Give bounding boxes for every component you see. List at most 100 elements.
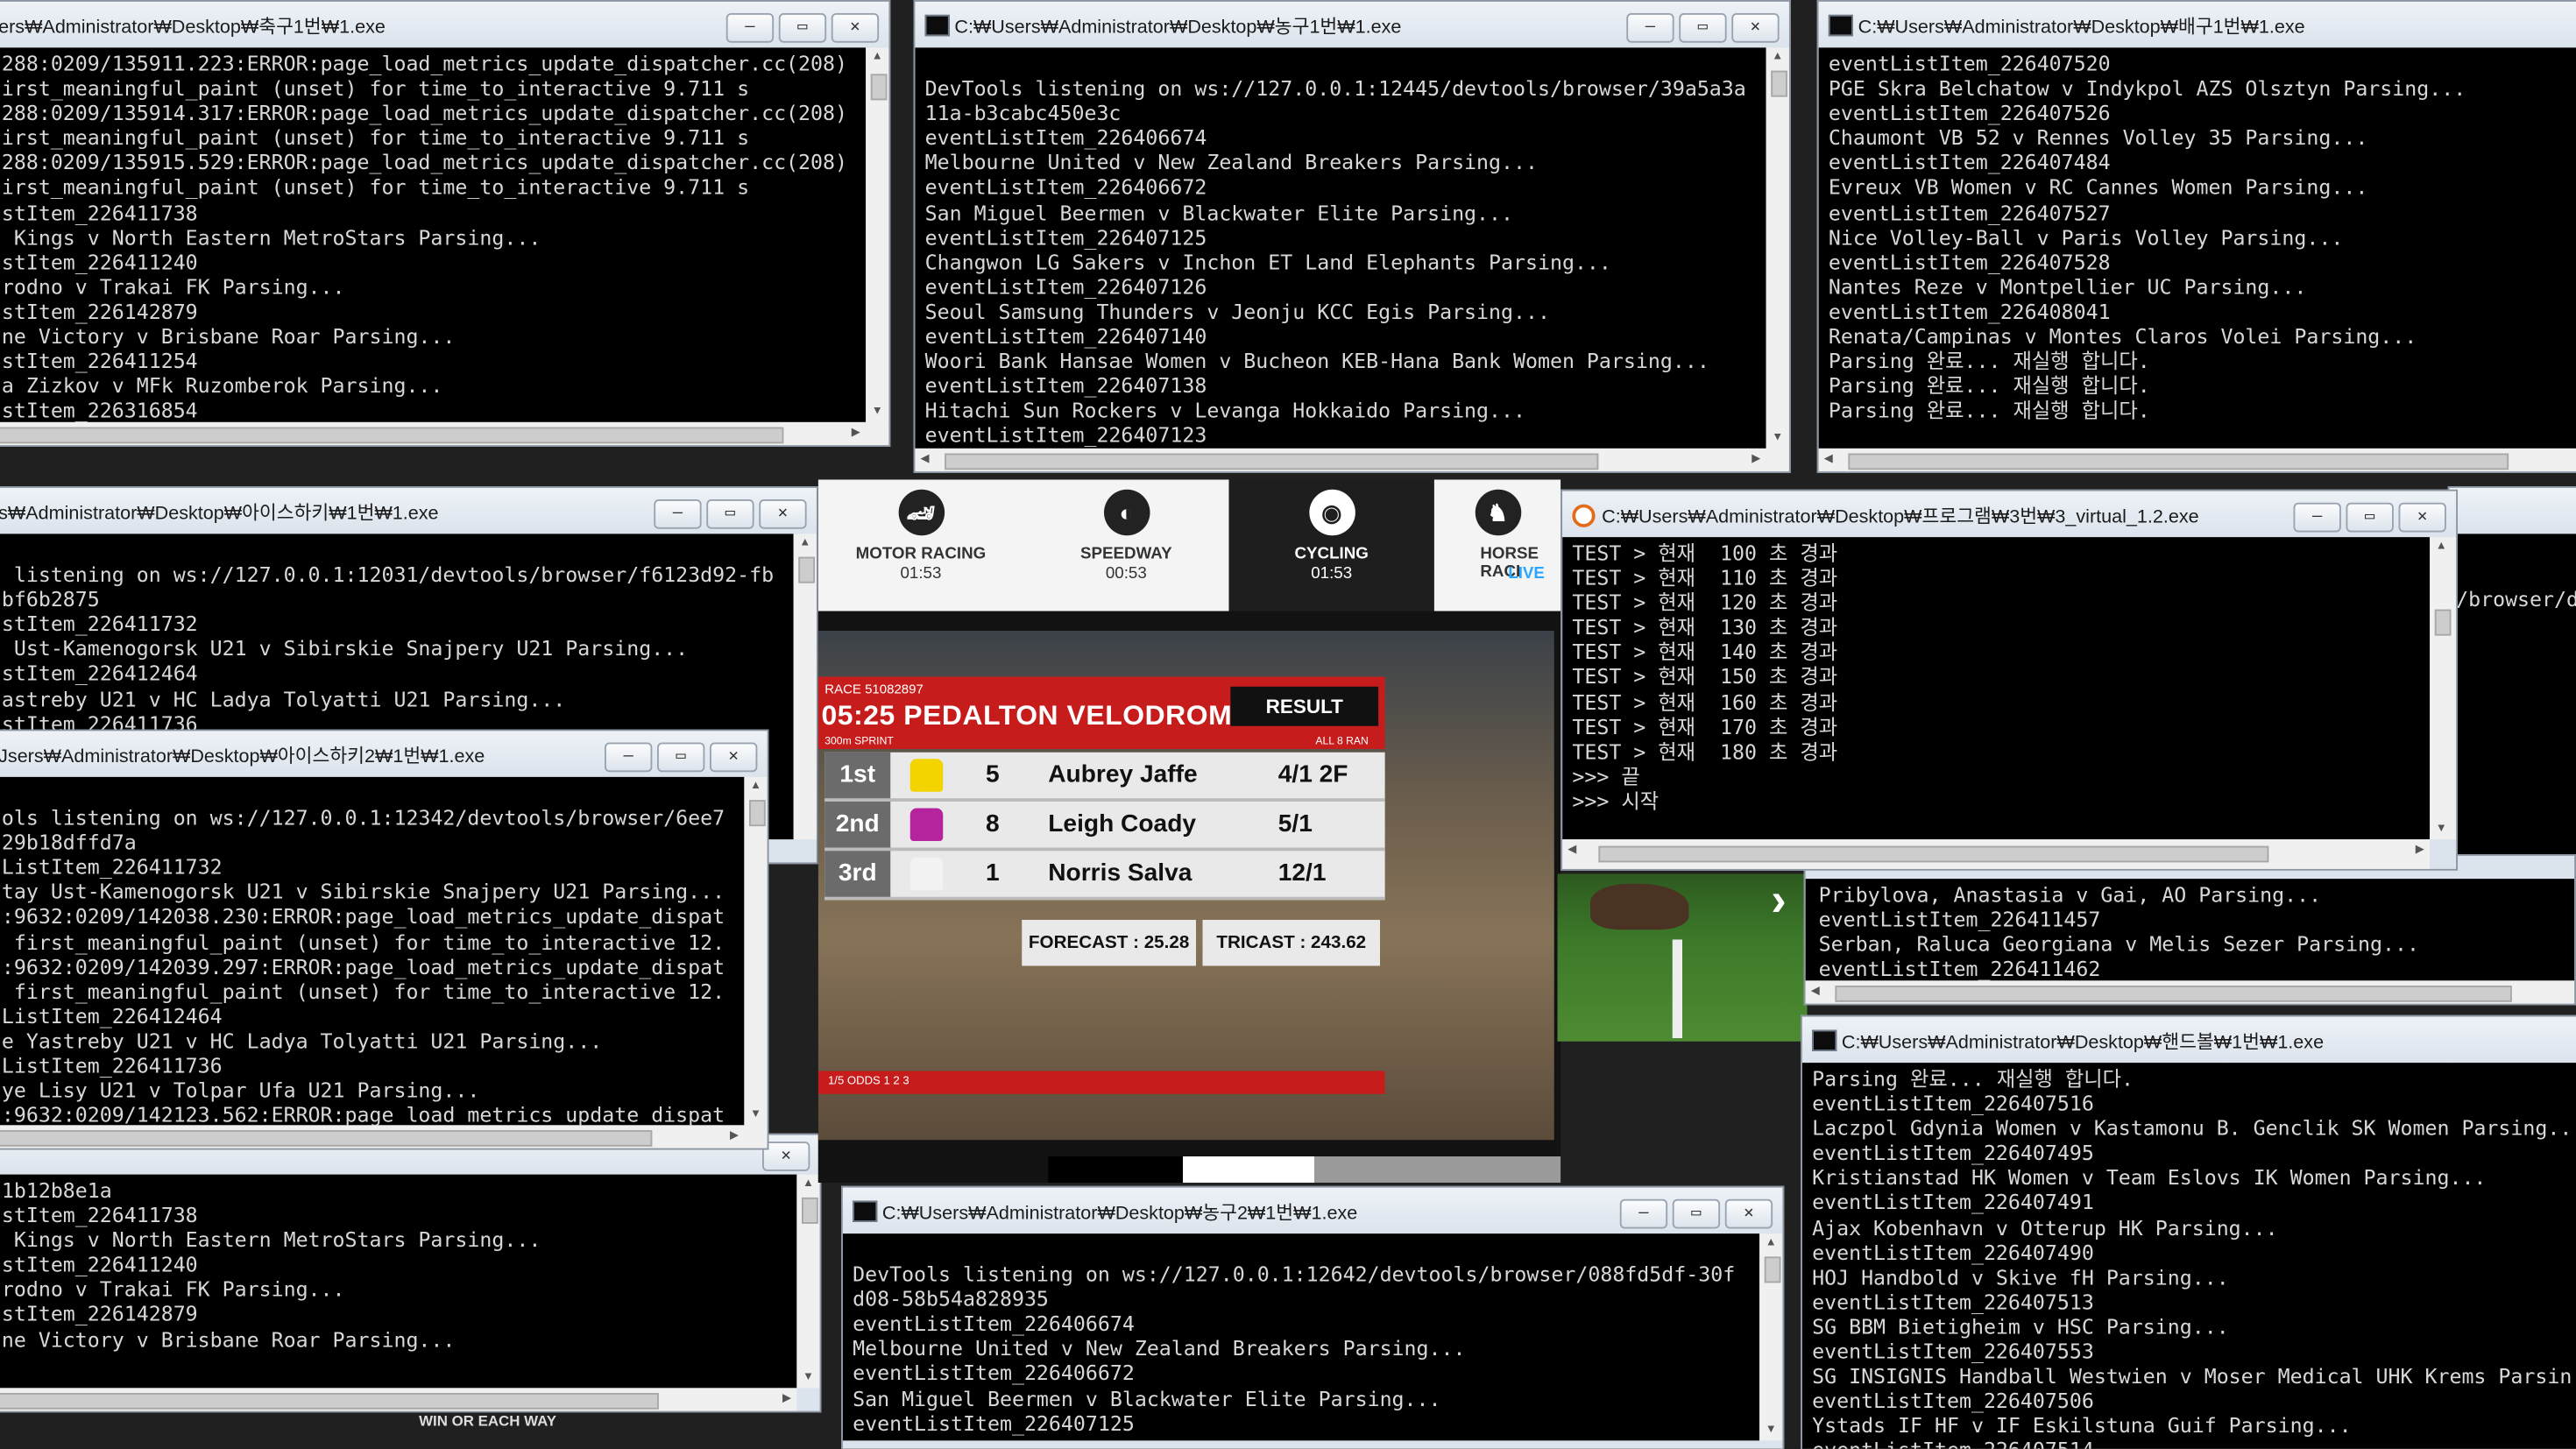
scroll-left-arrow-icon[interactable]: ◀ bbox=[1819, 449, 1839, 471]
minimize-button[interactable]: — bbox=[1619, 1198, 1668, 1229]
scroll-right-arrow-icon[interactable]: ▶ bbox=[1746, 449, 1766, 471]
scroll-left-arrow-icon[interactable]: ◀ bbox=[915, 449, 935, 471]
minimize-button[interactable]: — bbox=[605, 742, 653, 773]
title-bar[interactable]: ers₩Administrator₩Desktop₩축구1번₩1.exe — ▭… bbox=[0, 1, 889, 48]
vertical-scrollbar[interactable]: ▲ ▼ bbox=[1766, 47, 1789, 449]
scroll-thumb[interactable] bbox=[0, 1130, 653, 1147]
scroll-thumb[interactable] bbox=[798, 556, 815, 583]
vertical-scrollbar[interactable]: ▲ ▼ bbox=[744, 776, 768, 1126]
tab-cycling[interactable]: ◉ CYCLING 01:53 bbox=[1228, 479, 1434, 611]
resize-grip[interactable] bbox=[866, 421, 889, 446]
console-window-handball[interactable]: C:₩Users₩Administrator₩Desktop₩핸드볼₩1번₩1.… bbox=[1801, 1014, 2576, 1449]
title-bar[interactable] bbox=[2449, 487, 2576, 534]
title-bar[interactable]: s₩Administrator₩Desktop₩아이스하키₩1번₩1.exe —… bbox=[0, 487, 817, 534]
console-window-football[interactable]: ers₩Administrator₩Desktop₩축구1번₩1.exe — ▭… bbox=[0, 0, 891, 447]
title-bar[interactable]: Jsers₩Administrator₩Desktop₩아이스하키2₩1번₩1.… bbox=[0, 731, 768, 777]
title-bar[interactable]: C:₩Users₩Administrator₩Desktop₩배구1번₩1.ex… bbox=[1818, 1, 2576, 48]
maximize-button[interactable]: ▭ bbox=[1679, 13, 1727, 43]
scroll-thumb[interactable] bbox=[1848, 453, 2509, 470]
maximize-button[interactable]: ▭ bbox=[778, 13, 827, 43]
close-button[interactable]: ✕ bbox=[1724, 1198, 1773, 1229]
horizontal-scrollbar[interactable]: ◀▶ bbox=[0, 1125, 745, 1149]
title-bar[interactable]: C:₩Users₩Administrator₩Desktop₩농구2₩1번₩1.… bbox=[842, 1187, 1783, 1234]
scroll-down-arrow-icon[interactable]: ▼ bbox=[1759, 1421, 1782, 1441]
virtual-racing-panel: 🏎 MOTOR RACING 01:53 ◐ SPEEDWAY 00:53 ◉ … bbox=[817, 479, 1561, 1183]
minimize-button[interactable]: — bbox=[1626, 13, 1674, 43]
scroll-thumb[interactable] bbox=[802, 1197, 818, 1224]
scroll-up-arrow-icon[interactable]: ▲ bbox=[794, 534, 817, 554]
console-line: /browser/d bbox=[2456, 586, 2576, 611]
scroll-thumb[interactable] bbox=[945, 453, 1599, 470]
scroll-down-arrow-icon[interactable]: ▼ bbox=[2430, 820, 2452, 840]
scroll-right-arrow-icon[interactable]: ▶ bbox=[846, 422, 867, 445]
horizontal-scrollbar[interactable]: ◀ bbox=[1818, 448, 2576, 472]
console-window-tennis[interactable]: Pribylova, Anastasia v Gai, AO Parsing..… bbox=[1803, 854, 2576, 1006]
scroll-thumb[interactable] bbox=[0, 427, 784, 444]
maximize-button[interactable]: ▭ bbox=[2346, 502, 2394, 533]
console-window-fragment[interactable]: /browser/d bbox=[2447, 486, 2576, 880]
console-window-basketball-1[interactable]: C:₩Users₩Administrator₩Desktop₩농구1번₩1.ex… bbox=[913, 0, 1791, 473]
title-bar[interactable]: C:₩Users₩Administrator₩Desktop₩핸드볼₩1번₩1.… bbox=[1801, 1016, 2576, 1064]
scroll-up-arrow-icon[interactable]: ▲ bbox=[796, 1175, 819, 1195]
console-window-program-3[interactable]: C:₩Users₩Administrator₩Desktop₩프로그램₩3번₩3… bbox=[1560, 489, 2458, 871]
vertical-scrollbar[interactable]: ▲ ▼ bbox=[1759, 1233, 1783, 1441]
scroll-right-arrow-icon[interactable]: ▶ bbox=[725, 1125, 745, 1148]
close-button[interactable]: ✕ bbox=[2398, 502, 2446, 533]
scroll-thumb[interactable] bbox=[0, 1393, 659, 1410]
title-bar[interactable]: C:₩Users₩Administrator₩Desktop₩농구1번₩1.ex… bbox=[915, 1, 1789, 48]
minimize-button[interactable]: — bbox=[2293, 502, 2341, 533]
scroll-down-arrow-icon[interactable]: ▼ bbox=[796, 1368, 819, 1389]
tab-horse-racing[interactable]: ♞ HORSE RACI LIVE bbox=[1434, 480, 1560, 611]
console-window-football-2[interactable]: ✕ 1b12b8e1a stItem_226411738 Kings v Nort… bbox=[0, 1133, 822, 1413]
vertical-scrollbar[interactable]: ▲ ▼ bbox=[2430, 537, 2457, 840]
vertical-scrollbar[interactable]: ▲ ▼ bbox=[796, 1174, 820, 1389]
scroll-thumb[interactable] bbox=[2434, 609, 2452, 636]
console-window-basketball-2[interactable]: C:₩Users₩Administrator₩Desktop₩농구2₩1번₩1.… bbox=[841, 1185, 1785, 1449]
tab-speedway[interactable]: ◐ SPEEDWAY 00:53 bbox=[1023, 480, 1228, 611]
title-bar[interactable]: C:₩Users₩Administrator₩Desktop₩프로그램₩3번₩3… bbox=[1562, 491, 2457, 538]
next-arrow-icon[interactable]: › bbox=[1771, 874, 1786, 927]
horizontal-scrollbar[interactable]: ◀▶ bbox=[1562, 839, 2431, 869]
console-window-icehockey-2[interactable]: Jsers₩Administrator₩Desktop₩아이스하키2₩1번₩1.… bbox=[0, 729, 769, 1150]
close-button[interactable]: ✕ bbox=[710, 742, 758, 773]
scroll-up-arrow-icon[interactable]: ▲ bbox=[866, 47, 888, 67]
vertical-scrollbar[interactable]: ▲ bbox=[793, 534, 817, 840]
scroll-thumb[interactable] bbox=[1598, 845, 2269, 863]
scroll-up-arrow-icon[interactable]: ▲ bbox=[744, 777, 767, 797]
close-button[interactable]: ✕ bbox=[1731, 13, 1780, 43]
close-button[interactable]: ✕ bbox=[762, 1142, 810, 1171]
scroll-thumb[interactable] bbox=[1835, 986, 2512, 1002]
maximize-button[interactable]: ▭ bbox=[657, 742, 705, 773]
scroll-up-arrow-icon[interactable]: ▲ bbox=[1759, 1233, 1782, 1254]
close-button[interactable]: ✕ bbox=[831, 13, 880, 43]
console-window-volleyball[interactable]: C:₩Users₩Administrator₩Desktop₩배구1번₩1.ex… bbox=[1816, 0, 2576, 473]
close-button[interactable]: ✕ bbox=[759, 499, 807, 529]
horizontal-scrollbar[interactable]: ▶ bbox=[0, 1388, 797, 1411]
horizontal-scrollbar[interactable]: ◀ bbox=[1805, 980, 2575, 1004]
scroll-thumb[interactable] bbox=[1771, 70, 1787, 97]
scroll-up-arrow-icon[interactable]: ▲ bbox=[1766, 47, 1789, 67]
scroll-down-arrow-icon[interactable]: ▼ bbox=[1766, 428, 1789, 449]
resize-grip[interactable] bbox=[744, 1125, 768, 1149]
tab-motor-racing[interactable]: 🏎 MOTOR RACING 01:53 bbox=[818, 480, 1023, 611]
scroll-right-arrow-icon[interactable]: ▶ bbox=[777, 1388, 797, 1410]
minimize-button[interactable]: — bbox=[725, 13, 775, 43]
scroll-left-arrow-icon[interactable]: ◀ bbox=[1806, 980, 1826, 1003]
horse-racing-thumbnail[interactable]: › bbox=[1557, 873, 1808, 1042]
horizontal-scrollbar[interactable]: ◀▶ bbox=[915, 448, 1766, 472]
maximize-button[interactable]: ▭ bbox=[706, 499, 754, 529]
race-video[interactable]: RACE 51082897 05:25 PEDALTON VELODROME R… bbox=[817, 631, 1554, 1141]
scroll-down-arrow-icon[interactable]: ▼ bbox=[866, 402, 888, 422]
vertical-scrollbar[interactable]: ▲ ▼ bbox=[866, 47, 889, 422]
scroll-right-arrow-icon[interactable]: ▶ bbox=[2410, 839, 2431, 862]
minimize-button[interactable]: — bbox=[654, 499, 702, 529]
scroll-down-arrow-icon[interactable]: ▼ bbox=[744, 1106, 767, 1126]
maximize-button[interactable]: ▭ bbox=[1672, 1198, 1721, 1229]
resize-grip[interactable] bbox=[1766, 448, 1789, 472]
horizontal-scrollbar[interactable]: ◀▶ bbox=[0, 421, 867, 446]
scroll-thumb[interactable] bbox=[870, 74, 888, 101]
scroll-left-arrow-icon[interactable]: ◀ bbox=[1562, 839, 1582, 862]
scroll-up-arrow-icon[interactable]: ▲ bbox=[2430, 537, 2452, 557]
scroll-thumb[interactable] bbox=[749, 800, 766, 827]
scroll-thumb[interactable] bbox=[1764, 1256, 1781, 1283]
